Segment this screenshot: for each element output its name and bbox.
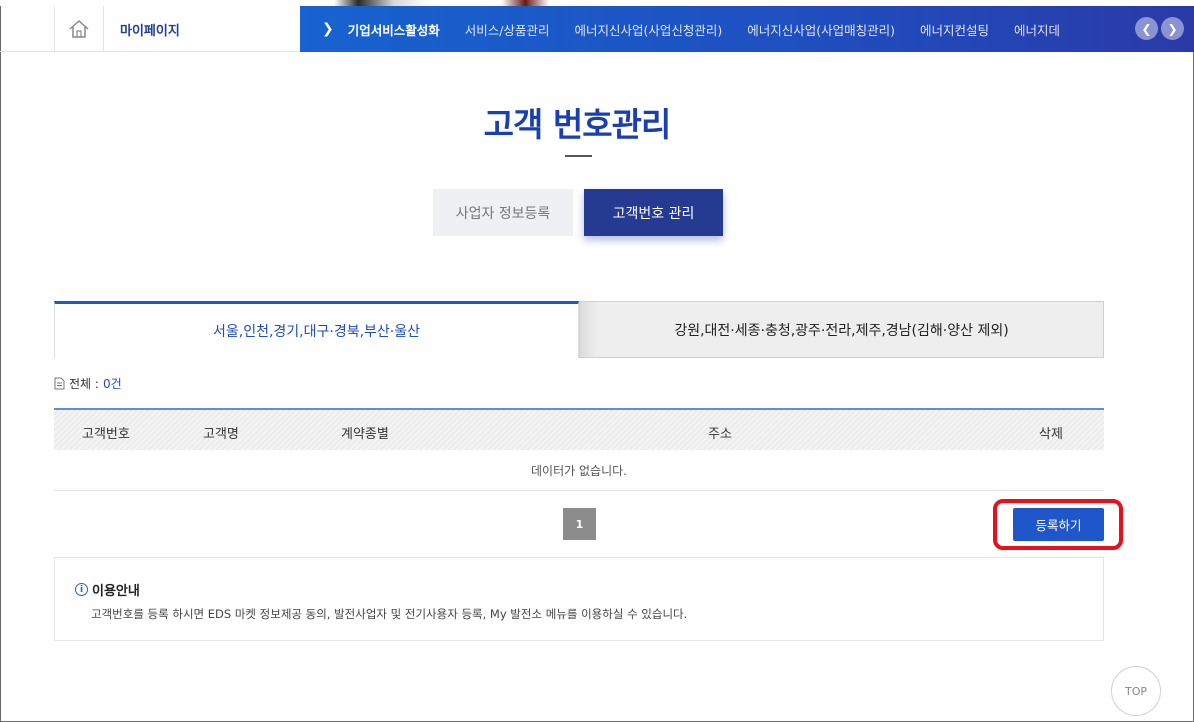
document-icon [54,377,65,390]
menu-item-energy-data[interactable]: 에너지데 [1014,20,1060,39]
total-count-value: 0건 [102,377,122,391]
customer-number-tab[interactable]: 고객번호 관리 [584,189,723,236]
register-button[interactable]: 등록하기 [1013,508,1104,541]
chevron-right-icon[interactable]: ❯ [1161,17,1184,40]
menu-item-energy-business-apply[interactable]: 에너지신사업(사업신청관리) [574,20,722,39]
menu-bar: ❯ 기업서비스활성화 서비스/상품관리 에너지신사업(사업신청관리) 에너지신사… [300,6,1194,52]
guide-text: 고객번호를 등록 하시면 EDS 마켓 정보제공 동의, 발전사업자 및 전기사… [91,607,688,621]
column-header-customer-name: 고객명 [203,427,239,442]
column-header-customer-number: 고객번호 [82,427,130,442]
total-count-label: 전체 : [69,377,99,391]
business-info-tab[interactable]: 사업자 정보등록 [433,189,573,236]
scroll-top-button[interactable]: TOP [1111,666,1161,716]
home-icon [69,19,89,38]
chevron-right-icon: ❯ [322,21,334,37]
column-header-contract-type: 계약종별 [341,427,389,442]
region-tabs: 서울,인천,경기,대구·경북,부산·울산 강원,대전·세종·충청,광주·전라,제… [54,301,1104,358]
info-icon: i [75,583,88,596]
guide-title-text: 이용안내 [92,584,140,599]
page-number-1[interactable]: 1 [563,508,596,540]
guide-title: i 이용안내 [75,580,140,599]
menu-scroll-controls: ❮ ❯ [1135,17,1184,40]
mypage-link[interactable]: 마이페이지 [104,6,300,52]
customer-table: 고객번호 고객명 계약종별 주소 삭제 데이터가 없습니다. [54,408,1104,491]
home-button[interactable] [54,6,104,52]
region-tab-gangwon-group[interactable]: 강원,대전·세종·충청,광주·전라,제주,경남(김해·양산 제외) [579,301,1104,358]
usage-guide: i 이용안내 고객번호를 등록 하시면 EDS 마켓 정보제공 동의, 발전사업… [54,557,1104,641]
table-header: 고객번호 고객명 계약종별 주소 삭제 [54,408,1104,450]
menu-item-energy-business-matching[interactable]: 에너지신사업(사업매칭관리) [747,20,895,39]
navigation-bar: 마이페이지 ❯ 기업서비스활성화 서비스/상품관리 에너지신사업(사업신청관리)… [0,6,1194,52]
menu-item-business-activation[interactable]: 기업서비스활성화 [348,20,440,39]
chevron-left-icon[interactable]: ❮ [1135,17,1158,40]
menu-item-service-product[interactable]: 서비스/상품관리 [465,20,550,39]
menu-item-energy-consulting[interactable]: 에너지컨설팅 [920,20,989,39]
column-header-address: 주소 [708,427,732,442]
column-header-delete: 삭제 [1039,427,1063,442]
page-title: 고객 번호관리 [483,105,672,144]
empty-message: 데이터가 없습니다. [54,450,1104,491]
title-divider [565,155,592,157]
region-tab-seoul-group[interactable]: 서울,인천,경기,대구·경북,부산·울산 [54,301,579,358]
total-count: 전체 : 0건 [54,375,122,392]
